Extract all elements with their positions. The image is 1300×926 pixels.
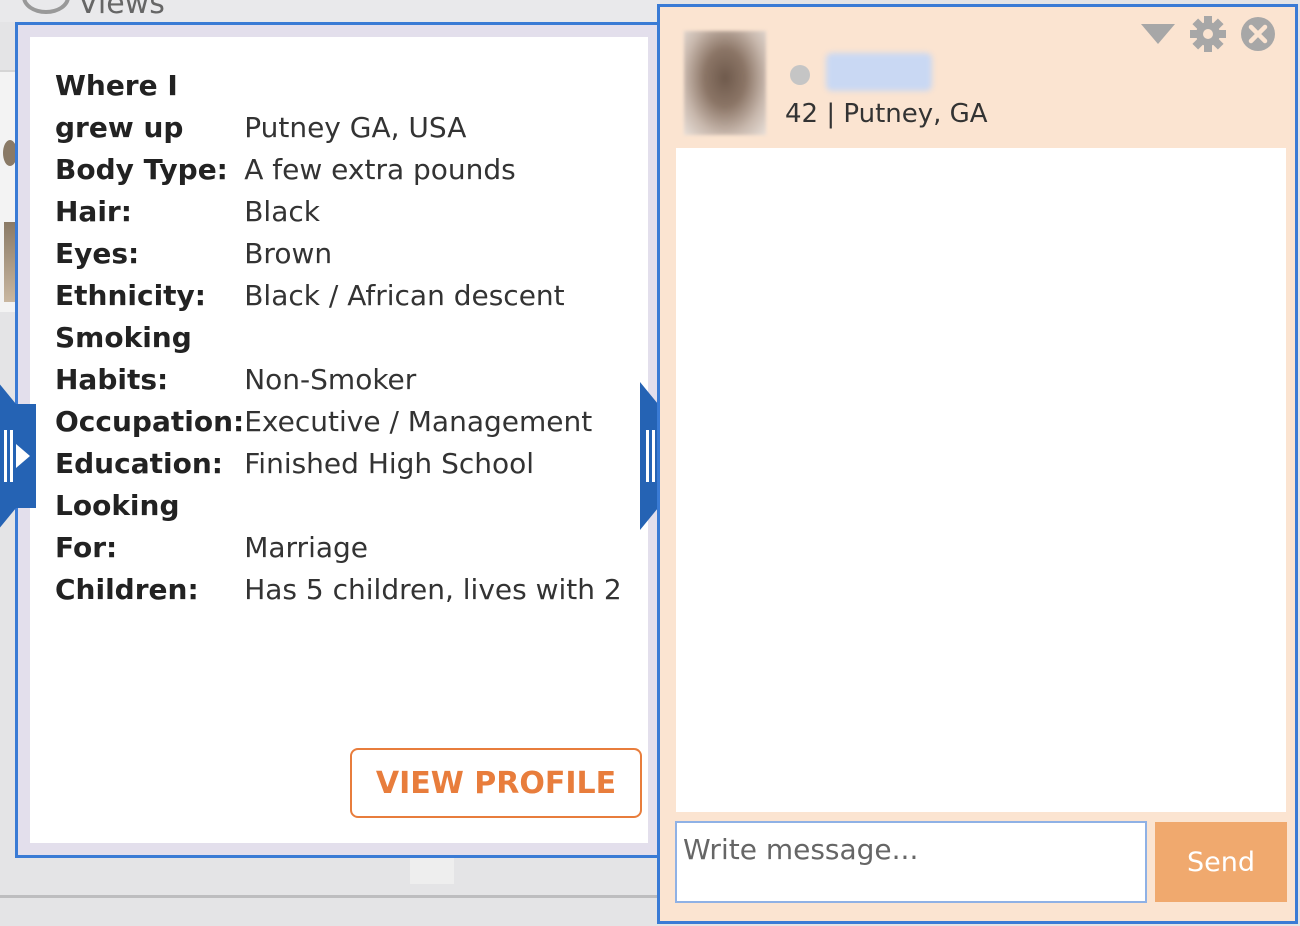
message-input[interactable] — [675, 821, 1147, 903]
detail-row-occupation: Occupation: Executive / Management — [55, 401, 622, 443]
detail-value: Black / African descent — [244, 279, 565, 312]
online-status-indicator — [790, 65, 810, 85]
detail-value: Non-Smoker — [244, 363, 417, 396]
minimize-arrow-icon[interactable] — [1139, 21, 1177, 47]
detail-label: Eyes: — [55, 237, 140, 270]
expand-arrow-icon — [4, 430, 30, 482]
views-label: Views — [78, 0, 165, 21]
detail-value: Black — [244, 195, 320, 228]
detail-row-hair: Hair: Black — [55, 191, 622, 233]
gear-icon[interactable] — [1189, 15, 1227, 53]
detail-value: A few extra pounds — [244, 153, 516, 186]
view-profile-button[interactable]: VIEW PROFILE — [350, 748, 642, 818]
chat-window-controls — [1139, 15, 1277, 53]
chat-message-area[interactable] — [676, 148, 1286, 812]
detail-value: Putney GA, USA — [244, 111, 467, 144]
detail-row-ethnicity: Ethnicity: Black / African descent — [55, 275, 622, 317]
detail-label: Children: — [55, 573, 199, 606]
profile-popup: Where I grew up Putney GA, USA Body Type… — [15, 22, 661, 858]
detail-value: Finished High School — [244, 447, 535, 480]
detail-row-grew-up: Where I grew up Putney GA, USA — [55, 65, 622, 149]
chat-window: 42 | Putney, GA Send — [657, 4, 1298, 924]
detail-value: Brown — [244, 237, 333, 270]
detail-row-smoking: Smoking Habits: Non-Smoker — [55, 317, 622, 401]
popup-pointer — [410, 858, 454, 884]
detail-label: Ethnicity: — [55, 279, 207, 312]
detail-row-looking-for: Looking For: Marriage — [55, 485, 622, 569]
close-icon[interactable] — [1239, 15, 1277, 53]
chat-user-subtitle: 42 | Putney, GA — [785, 99, 988, 129]
detail-row-eyes: Eyes: Brown — [55, 233, 622, 275]
profile-details-table: Where I grew up Putney GA, USA Body Type… — [55, 65, 622, 611]
send-button[interactable]: Send — [1155, 822, 1287, 902]
detail-label: Education: — [55, 447, 223, 480]
detail-value: Executive / Management — [244, 405, 593, 438]
avatar[interactable] — [684, 31, 766, 135]
detail-value: Has 5 children, lives with 2 — [244, 573, 622, 606]
collapse-handle-left[interactable] — [0, 382, 36, 530]
detail-row-education: Education: Finished High School — [55, 443, 622, 485]
username-redacted[interactable] — [826, 53, 932, 91]
detail-value: Marriage — [244, 531, 369, 564]
profile-details-panel: Where I grew up Putney GA, USA Body Type… — [30, 37, 648, 843]
detail-label: Looking For: — [55, 489, 180, 564]
detail-label: Body Type: — [55, 153, 228, 186]
detail-row-body-type: Body Type: A few extra pounds — [55, 149, 622, 191]
detail-label: Smoking Habits: — [55, 321, 192, 396]
detail-label: Where I grew up — [55, 69, 184, 144]
detail-row-children: Children: Has 5 children, lives with 2 — [55, 569, 622, 611]
detail-label: Occupation: — [55, 405, 245, 438]
background-divider — [0, 895, 660, 898]
detail-label: Hair: — [55, 195, 132, 228]
